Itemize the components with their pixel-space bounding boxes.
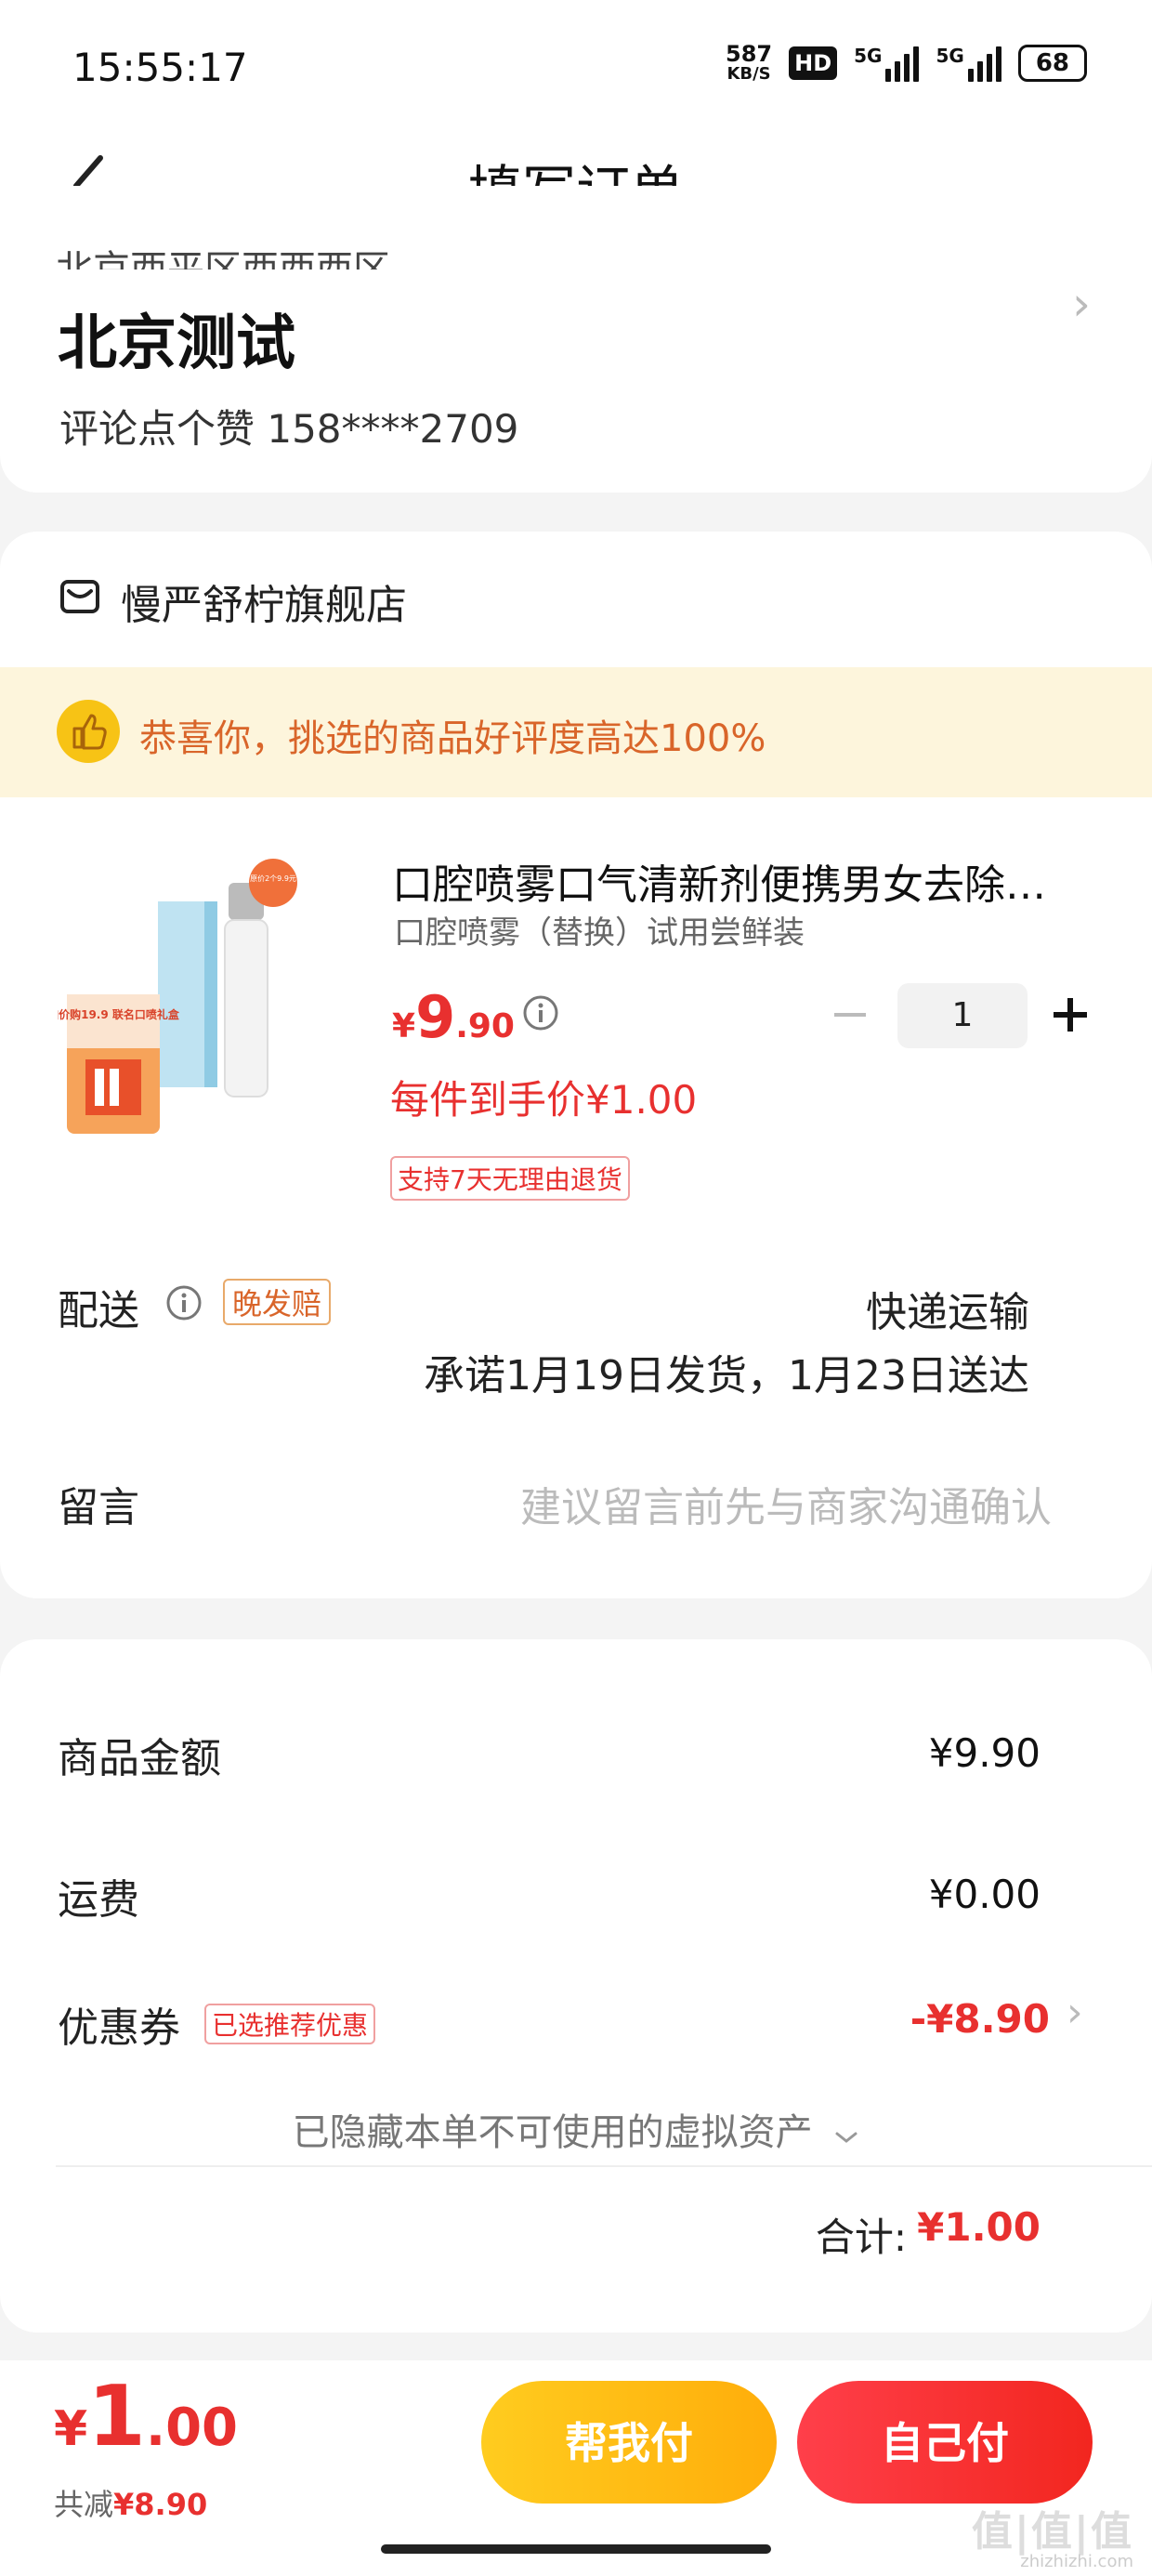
- summary-divider: [56, 2165, 1152, 2167]
- return-policy-tag: 支持7天无理由退货: [390, 1156, 630, 1201]
- quantity-plus-button[interactable]: [1050, 994, 1091, 1035]
- signal-5g-1-icon: 5G: [854, 45, 920, 82]
- network-speed-unit: KB/S: [727, 64, 771, 84]
- pay-price-dec: .00: [145, 2398, 239, 2458]
- pay-myself-button[interactable]: 自己付: [797, 2381, 1093, 2504]
- product-title[interactable]: 口腔喷雾口气清新剂便携男女去除…: [392, 851, 1061, 911]
- goods-amount-label: 商品金额: [58, 1735, 221, 1782]
- product-image[interactable]: 原价2个9.9元 加价购19.9 联名口喷礼盒: [58, 855, 308, 1152]
- coupon-recommended-tag: 已选推荐优惠: [204, 2004, 376, 2044]
- hidden-assets-text: 已隐藏本单不可使用的虚拟资产: [292, 2111, 813, 2154]
- network-speed: 587 KB/S: [726, 43, 772, 84]
- pay-price: ¥1.00: [54, 2368, 238, 2465]
- coupon-label: 优惠券: [58, 2004, 180, 2052]
- network-speed-value: 587: [726, 41, 773, 67]
- freight-value: ¥0.00: [928, 1872, 1041, 1917]
- pay-saving: 共减¥8.90: [54, 2481, 207, 2524]
- hidden-assets-toggle[interactable]: 已隐藏本单不可使用的虚拟资产: [0, 2102, 1152, 2156]
- help-me-pay-button[interactable]: 帮我付: [481, 2381, 777, 2504]
- product-price-currency: ¥: [392, 1007, 416, 1045]
- shipping-method: 快递运输: [866, 1289, 1029, 1336]
- message-input[interactable]: 建议留言前先与商家沟通确认: [520, 1474, 1052, 1533]
- goods-amount-value: ¥9.90: [928, 1730, 1041, 1776]
- pay-saving-label: 共减: [54, 2487, 114, 2522]
- status-icons: 587 KB/S HD 5G 5G 68: [726, 43, 1087, 84]
- product-spec[interactable]: 口腔喷雾（替换）试用尝鲜装: [394, 907, 805, 953]
- address-name: 北京测试: [58, 309, 295, 378]
- product-price-int: 9: [415, 983, 456, 1051]
- address-chevron-icon: ›: [1072, 277, 1091, 331]
- shipping-promise: 承诺1月19日发货，1月23日送达: [424, 1352, 1029, 1400]
- signal-5g-2-icon: 5G: [936, 45, 1001, 82]
- signal-5g-1-label: 5G: [854, 45, 883, 67]
- hd-voice-icon: HD: [789, 46, 838, 80]
- coupon-value[interactable]: -¥8.90: [910, 1996, 1050, 2042]
- price-info-icon[interactable]: [522, 994, 559, 1032]
- pay-price-currency: ¥: [54, 2401, 88, 2457]
- message-label: 留言: [58, 1484, 139, 1531]
- watermark: 值|值|值: [971, 2508, 1133, 2556]
- praise-banner-text: 恭喜你，挑选的商品好评度高达100%: [139, 717, 766, 760]
- product-image-corner-text: 原价2个9.9元: [250, 874, 296, 883]
- thumbs-up-icon: [57, 700, 120, 763]
- delivery-info-icon[interactable]: [165, 1284, 203, 1321]
- watermark-url: zhizhizhi.com: [1020, 2552, 1133, 2571]
- pay-saving-value: ¥8.90: [113, 2487, 208, 2522]
- pay-price-int: 1: [87, 2368, 146, 2465]
- product-price-dec: .90: [455, 1007, 515, 1045]
- total-value: ¥1.00: [917, 2204, 1041, 2250]
- address-detail-clipped: 北京西平区西西西区: [56, 248, 390, 269]
- product-price: ¥9.90: [392, 983, 515, 1051]
- late-compensation-tag: 晚发赔: [223, 1279, 332, 1325]
- chevron-down-icon: [833, 2113, 859, 2156]
- status-time: 15:55:17: [72, 45, 248, 90]
- freight-label: 运费: [58, 1876, 139, 1924]
- battery-icon: 68: [1017, 45, 1087, 82]
- store-icon: [60, 580, 99, 613]
- product-image-badge-text: 加价购19.9 联名口喷礼盒: [58, 1007, 180, 1021]
- coupon-chevron-icon[interactable]: ›: [1067, 1989, 1083, 2036]
- unit-final-price: 每件到手价¥1.00: [390, 1077, 698, 1123]
- total-label: 合计:: [815, 2215, 907, 2260]
- quantity-value[interactable]: 1: [897, 983, 1028, 1048]
- shop-name[interactable]: 慢严舒柠旗舰店: [121, 572, 407, 631]
- delivery-label: 配送: [58, 1287, 139, 1334]
- signal-5g-2-label: 5G: [936, 45, 964, 67]
- address-contact: 评论点个赞 158****2709: [59, 406, 519, 452]
- quantity-minus-button[interactable]: [834, 1013, 866, 1017]
- home-indicator[interactable]: [381, 2544, 771, 2554]
